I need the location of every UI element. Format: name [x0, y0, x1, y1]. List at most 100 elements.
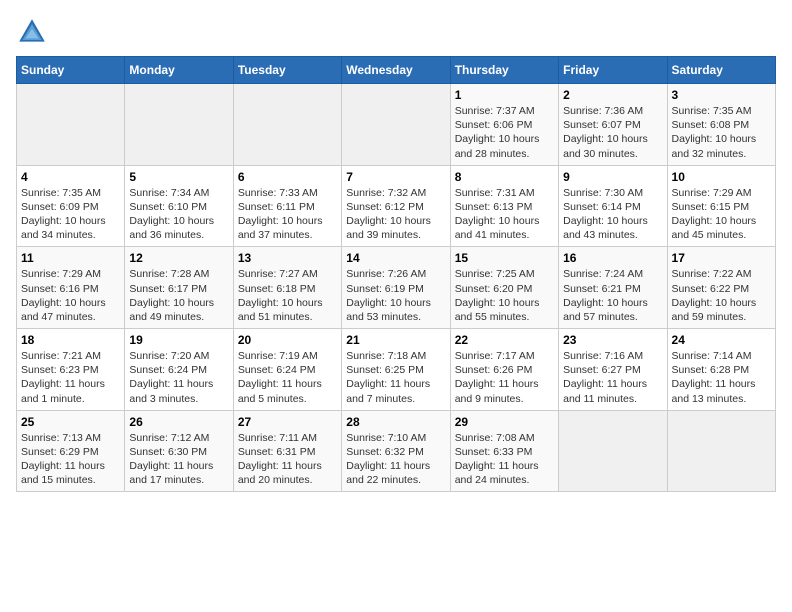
day-number: 8 [455, 170, 554, 184]
day-number: 15 [455, 251, 554, 265]
day-info: Sunrise: 7:26 AM Sunset: 6:19 PM Dayligh… [346, 267, 445, 324]
day-number: 11 [21, 251, 120, 265]
calendar-cell: 8 Sunrise: 7:31 AM Sunset: 6:13 PM Daylig… [450, 165, 558, 247]
day-number: 3 [672, 88, 771, 102]
calendar-cell: 11Sunrise: 7:29 AM Sunset: 6:16 PM Dayli… [17, 247, 125, 329]
day-info: Sunrise: 7:08 AM Sunset: 6:33 PM Dayligh… [455, 431, 554, 488]
calendar-cell: 29 Sunrise: 7:08 AM Sunset: 6:33 PM Dayli… [450, 410, 558, 492]
day-header: Thursday [450, 57, 558, 84]
calendar-table: SundayMondayTuesdayWednesdayThursdayFrid… [16, 56, 776, 492]
page-header [16, 16, 776, 48]
day-info: Sunrise: 7:21 AM Sunset: 6:23 PM Dayligh… [21, 349, 120, 406]
day-info: Sunrise: 7:32 AM Sunset: 6:12 PM Dayligh… [346, 186, 445, 243]
calendar-cell: 22 Sunrise: 7:17 AM Sunset: 6:26 PM Dayli… [450, 329, 558, 411]
calendar-cell: 10 Sunrise: 7:29 AM Sunset: 6:15 PM Dayli… [667, 165, 775, 247]
calendar-cell [559, 410, 667, 492]
day-number: 28 [346, 415, 445, 429]
day-number: 6 [238, 170, 337, 184]
day-info: Sunrise: 7:17 AM Sunset: 6:26 PM Dayligh… [455, 349, 554, 406]
day-number: 5 [129, 170, 228, 184]
calendar-cell: 23 Sunrise: 7:16 AM Sunset: 6:27 PM Dayli… [559, 329, 667, 411]
calendar-cell [342, 84, 450, 166]
day-info: Sunrise: 7:12 AM Sunset: 6:30 PM Dayligh… [129, 431, 228, 488]
day-info: Sunrise: 7:20 AM Sunset: 6:24 PM Dayligh… [129, 349, 228, 406]
calendar-cell: 26 Sunrise: 7:12 AM Sunset: 6:30 PM Dayli… [125, 410, 233, 492]
logo-icon [16, 16, 48, 48]
calendar-cell: 14 Sunrise: 7:26 AM Sunset: 6:19 PM Dayli… [342, 247, 450, 329]
day-info: Sunrise: 7:30 AM Sunset: 6:14 PM Dayligh… [563, 186, 662, 243]
calendar-week-row: 1 Sunrise: 7:37 AM Sunset: 6:06 PM Daylig… [17, 84, 776, 166]
day-header: Sunday [17, 57, 125, 84]
calendar-week-row: 4 Sunrise: 7:35 AM Sunset: 6:09 PM Daylig… [17, 165, 776, 247]
day-info: Sunrise: 7:29 AM Sunset: 6:15 PM Dayligh… [672, 186, 771, 243]
day-number: 2 [563, 88, 662, 102]
calendar-cell: 24 Sunrise: 7:14 AM Sunset: 6:28 PM Dayli… [667, 329, 775, 411]
day-number: 20 [238, 333, 337, 347]
day-info: Sunrise: 7:25 AM Sunset: 6:20 PM Dayligh… [455, 267, 554, 324]
day-number: 1 [455, 88, 554, 102]
day-number: 29 [455, 415, 554, 429]
calendar-cell [667, 410, 775, 492]
day-info: Sunrise: 7:13 AM Sunset: 6:29 PM Dayligh… [21, 431, 120, 488]
day-number: 12 [129, 251, 228, 265]
calendar-cell: 13 Sunrise: 7:27 AM Sunset: 6:18 PM Dayli… [233, 247, 341, 329]
calendar-cell [125, 84, 233, 166]
calendar-cell: 2Sunrise: 7:36 AM Sunset: 6:07 PM Daylig… [559, 84, 667, 166]
calendar-cell: 20 Sunrise: 7:19 AM Sunset: 6:24 PM Dayli… [233, 329, 341, 411]
calendar-cell: 15 Sunrise: 7:25 AM Sunset: 6:20 PM Dayli… [450, 247, 558, 329]
calendar-cell: 6 Sunrise: 7:33 AM Sunset: 6:11 PM Daylig… [233, 165, 341, 247]
day-number: 9 [563, 170, 662, 184]
day-info: Sunrise: 7:16 AM Sunset: 6:27 PM Dayligh… [563, 349, 662, 406]
day-info: Sunrise: 7:31 AM Sunset: 6:13 PM Dayligh… [455, 186, 554, 243]
calendar-cell: 16Sunrise: 7:24 AM Sunset: 6:21 PM Dayli… [559, 247, 667, 329]
calendar-cell: 28 Sunrise: 7:10 AM Sunset: 6:32 PM Dayli… [342, 410, 450, 492]
calendar-cell: 1 Sunrise: 7:37 AM Sunset: 6:06 PM Daylig… [450, 84, 558, 166]
day-header: Friday [559, 57, 667, 84]
day-number: 10 [672, 170, 771, 184]
day-number: 24 [672, 333, 771, 347]
day-info: Sunrise: 7:35 AM Sunset: 6:08 PM Dayligh… [672, 104, 771, 161]
calendar-week-row: 11Sunrise: 7:29 AM Sunset: 6:16 PM Dayli… [17, 247, 776, 329]
day-header: Saturday [667, 57, 775, 84]
day-header: Monday [125, 57, 233, 84]
calendar-cell: 3 Sunrise: 7:35 AM Sunset: 6:08 PM Daylig… [667, 84, 775, 166]
day-number: 26 [129, 415, 228, 429]
calendar-cell: 27Sunrise: 7:11 AM Sunset: 6:31 PM Dayli… [233, 410, 341, 492]
calendar-week-row: 18 Sunrise: 7:21 AM Sunset: 6:23 PM Dayli… [17, 329, 776, 411]
day-info: Sunrise: 7:28 AM Sunset: 6:17 PM Dayligh… [129, 267, 228, 324]
calendar-cell: 25 Sunrise: 7:13 AM Sunset: 6:29 PM Dayli… [17, 410, 125, 492]
day-number: 23 [563, 333, 662, 347]
calendar-cell: 17 Sunrise: 7:22 AM Sunset: 6:22 PM Dayli… [667, 247, 775, 329]
day-info: Sunrise: 7:22 AM Sunset: 6:22 PM Dayligh… [672, 267, 771, 324]
calendar-header-row: SundayMondayTuesdayWednesdayThursdayFrid… [17, 57, 776, 84]
day-number: 4 [21, 170, 120, 184]
day-info: Sunrise: 7:10 AM Sunset: 6:32 PM Dayligh… [346, 431, 445, 488]
day-info: Sunrise: 7:37 AM Sunset: 6:06 PM Dayligh… [455, 104, 554, 161]
day-number: 18 [21, 333, 120, 347]
calendar-week-row: 25 Sunrise: 7:13 AM Sunset: 6:29 PM Dayli… [17, 410, 776, 492]
day-number: 22 [455, 333, 554, 347]
day-header: Wednesday [342, 57, 450, 84]
calendar-cell [233, 84, 341, 166]
day-info: Sunrise: 7:19 AM Sunset: 6:24 PM Dayligh… [238, 349, 337, 406]
day-info: Sunrise: 7:11 AM Sunset: 6:31 PM Dayligh… [238, 431, 337, 488]
calendar-cell: 19 Sunrise: 7:20 AM Sunset: 6:24 PM Dayli… [125, 329, 233, 411]
day-info: Sunrise: 7:35 AM Sunset: 6:09 PM Dayligh… [21, 186, 120, 243]
day-info: Sunrise: 7:33 AM Sunset: 6:11 PM Dayligh… [238, 186, 337, 243]
day-info: Sunrise: 7:34 AM Sunset: 6:10 PM Dayligh… [129, 186, 228, 243]
day-number: 14 [346, 251, 445, 265]
day-number: 7 [346, 170, 445, 184]
calendar-cell [17, 84, 125, 166]
calendar-cell: 5 Sunrise: 7:34 AM Sunset: 6:10 PM Daylig… [125, 165, 233, 247]
day-number: 25 [21, 415, 120, 429]
day-info: Sunrise: 7:14 AM Sunset: 6:28 PM Dayligh… [672, 349, 771, 406]
day-header: Tuesday [233, 57, 341, 84]
calendar-cell: 18 Sunrise: 7:21 AM Sunset: 6:23 PM Dayli… [17, 329, 125, 411]
calendar-cell: 12 Sunrise: 7:28 AM Sunset: 6:17 PM Dayli… [125, 247, 233, 329]
day-number: 19 [129, 333, 228, 347]
day-number: 17 [672, 251, 771, 265]
day-info: Sunrise: 7:27 AM Sunset: 6:18 PM Dayligh… [238, 267, 337, 324]
day-number: 13 [238, 251, 337, 265]
day-info: Sunrise: 7:18 AM Sunset: 6:25 PM Dayligh… [346, 349, 445, 406]
calendar-cell: 9 Sunrise: 7:30 AM Sunset: 6:14 PM Daylig… [559, 165, 667, 247]
